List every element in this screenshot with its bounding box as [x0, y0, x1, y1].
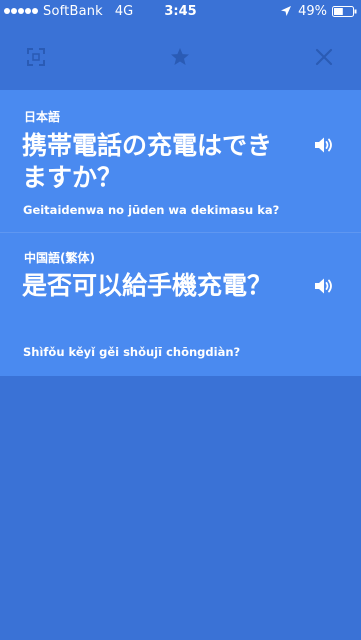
- target-language-label: 中国語(繁体): [24, 251, 95, 265]
- status-bar: SoftBank 4G 3:45 49%: [0, 0, 361, 22]
- source-text[interactable]: 携帯電話の充電はできますか？: [22, 130, 272, 194]
- status-right-group: 49%: [280, 0, 357, 22]
- target-text[interactable]: 是否可以給手機充電？: [22, 270, 272, 302]
- star-icon: [171, 48, 189, 65]
- location-arrow-icon: [281, 6, 292, 16]
- target-speak-button[interactable]: [313, 275, 335, 297]
- speaker-icon: [315, 137, 332, 153]
- battery-percent: 49%: [298, 3, 327, 19]
- source-romanization: Geitaidenwa no jūden wa dekimasu ka?: [23, 203, 280, 217]
- favorite-button[interactable]: [169, 46, 191, 68]
- toolbar: [0, 22, 361, 90]
- target-romanization: Shìfǒu kěyǐ gěi shǒujī chōngdiàn?: [23, 345, 241, 359]
- source-language-label: 日本語: [24, 110, 61, 124]
- close-button[interactable]: [313, 46, 335, 68]
- close-icon: [315, 48, 333, 66]
- battery-icon: [332, 5, 357, 17]
- fullscreen-icon: [27, 48, 45, 66]
- source-speak-button[interactable]: [313, 134, 335, 156]
- translation-target: 中国語(繁体) 是否可以給手機充電？ Shìfǒu kěyǐ gěi shǒuj…: [0, 233, 361, 376]
- fullscreen-button[interactable]: [25, 46, 47, 68]
- translation-card: 日本語 携帯電話の充電はできますか？ Geitaidenwa no jūden …: [0, 90, 361, 376]
- speaker-icon: [315, 278, 332, 294]
- translation-source: 日本語 携帯電話の充電はできますか？ Geitaidenwa no jūden …: [0, 90, 361, 233]
